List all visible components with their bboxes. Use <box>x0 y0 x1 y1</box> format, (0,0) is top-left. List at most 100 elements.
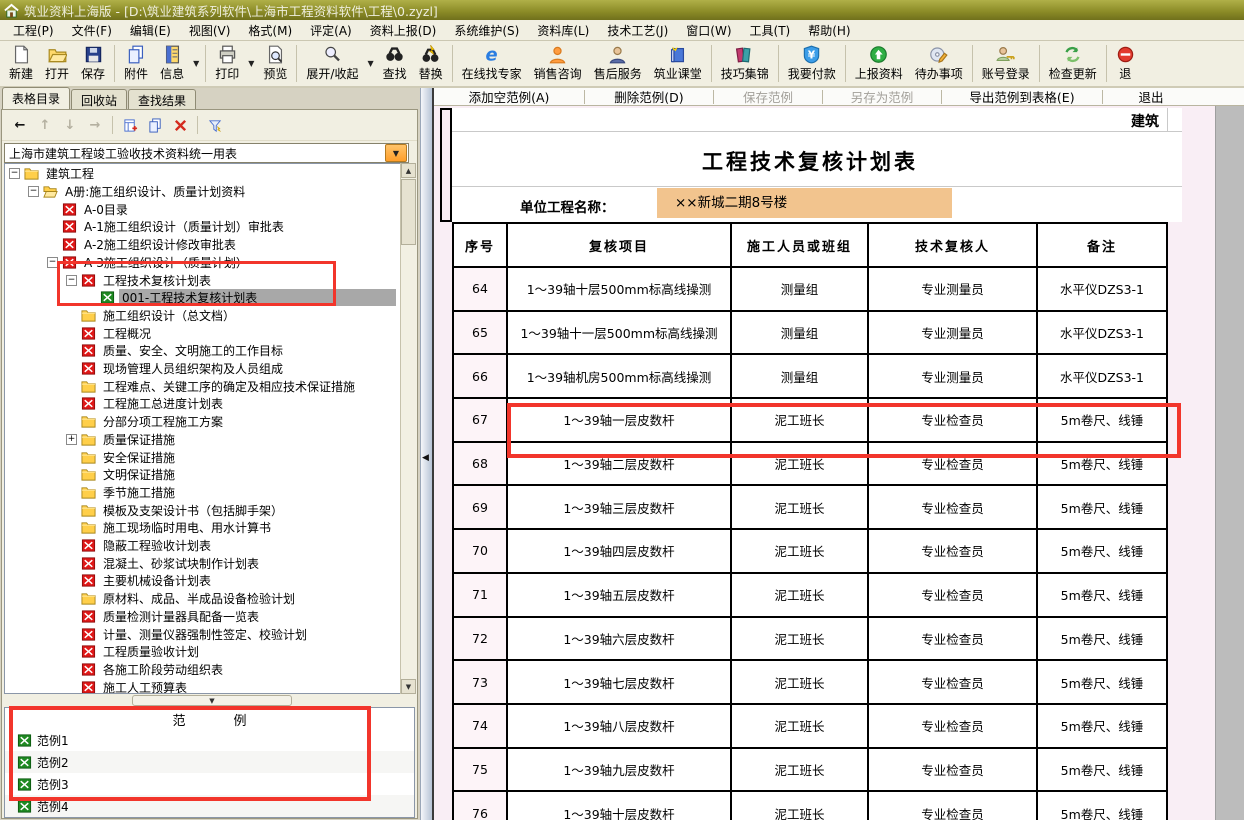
toolbar-button-打开[interactable]: 打开 <box>39 41 75 86</box>
copy-icon[interactable] <box>147 117 163 133</box>
toolbar-button-待办事项[interactable]: 待办事项 <box>909 41 969 86</box>
expand-expander-icon[interactable]: + <box>66 434 77 445</box>
tree-item[interactable]: 分部分项工程施工方案 <box>66 413 396 431</box>
tree-item[interactable]: 施工现场临时用电、用水计算书 <box>66 519 396 537</box>
scroll-up-icon[interactable]: ▲ <box>401 163 416 178</box>
dropdown-arrow-icon[interactable]: ▼ <box>245 41 257 86</box>
row-number-cell[interactable]: 72 <box>454 618 506 660</box>
collapse-expander-icon[interactable]: − <box>66 275 77 286</box>
table-cell[interactable]: 泥工班长 <box>732 443 867 485</box>
menu-item-13[interactable]: 帮助(H) <box>799 20 859 41</box>
table-cell[interactable]: 泥工班长 <box>732 749 867 791</box>
table-cell[interactable]: 1～39轴十层500mm标高线操测 <box>508 268 730 310</box>
table-cell[interactable]: 测量组 <box>732 355 867 397</box>
table-cell[interactable]: 泥工班长 <box>732 399 867 441</box>
tree-item[interactable]: −建筑工程 <box>9 165 396 183</box>
tree-item[interactable]: −工程技术复核计划表 <box>66 271 396 289</box>
table-cell[interactable]: 1～39轴四层皮数杆 <box>508 530 730 572</box>
tree-item[interactable]: 计量、测量仪器强制性签定、校验计划 <box>66 625 396 643</box>
table-cell[interactable]: 专业测量员 <box>869 312 1036 354</box>
table-cell[interactable]: 泥工班长 <box>732 661 867 703</box>
menu-item-4[interactable]: 视图(V) <box>180 20 240 41</box>
table-cell[interactable]: 专业检查员 <box>869 792 1036 820</box>
tab-回收站[interactable]: 回收站 <box>71 89 127 109</box>
tree-item[interactable]: 隐蔽工程验收计划表 <box>66 537 396 555</box>
table-cell[interactable]: 1～39轴三层皮数杆 <box>508 486 730 528</box>
tree-item[interactable]: 施工人工预算表 <box>66 678 396 694</box>
table-cell[interactable]: 1～39轴十一层500mm标高线操测 <box>508 312 730 354</box>
table-cell[interactable]: 5m卷尺、线锤 <box>1038 618 1166 660</box>
row-number-cell[interactable]: 73 <box>454 661 506 703</box>
toolbar-button-展开/收起[interactable]: 展开/收起 <box>300 41 364 86</box>
menu-item-8[interactable]: 系统维护(S) <box>445 20 528 41</box>
menu-item-11[interactable]: 窗口(W) <box>677 20 740 41</box>
toolbar-button-保存[interactable]: 保存 <box>75 41 111 86</box>
table-cell[interactable]: 专业检查员 <box>869 530 1036 572</box>
dropdown-arrow-icon[interactable]: ▼ <box>364 41 376 86</box>
sample-list-item[interactable]: 范例2 <box>5 751 414 773</box>
table-cell[interactable]: 1～39轴一层皮数杆 <box>508 399 730 441</box>
tree-item[interactable]: 季节施工措施 <box>66 484 396 502</box>
collapse-expander-icon[interactable]: − <box>28 186 39 197</box>
table-cell[interactable]: 5m卷尺、线锤 <box>1038 705 1166 747</box>
table-cell[interactable]: 5m卷尺、线锤 <box>1038 574 1166 616</box>
down-arrow-icon[interactable]: ↓ <box>62 117 78 133</box>
toolbar-button-打印[interactable]: 打印 <box>209 41 245 86</box>
menu-item-12[interactable]: 工具(T) <box>741 20 800 41</box>
tree-item[interactable]: 工程质量验收计划 <box>66 643 396 661</box>
table-cell[interactable]: 1～39轴机房500mm标高线操测 <box>508 355 730 397</box>
table-cell[interactable]: 5m卷尺、线锤 <box>1038 661 1166 703</box>
sample-list-item[interactable]: 范例4 <box>5 795 414 817</box>
table-cell[interactable]: 泥工班长 <box>732 530 867 572</box>
samples-collapse-button[interactable]: ▼ <box>132 695 292 706</box>
table-cell[interactable]: 泥工班长 <box>732 486 867 528</box>
collapse-expander-icon[interactable]: − <box>47 257 58 268</box>
toolbar-button-销售咨询[interactable]: 销售咨询 <box>528 41 588 86</box>
table-cell[interactable]: 测量组 <box>732 268 867 310</box>
tree-item[interactable]: 工程难点、关键工序的确定及相应技术保证措施 <box>66 377 396 395</box>
sample-list-item[interactable]: 范例3 <box>5 773 414 795</box>
tree-item[interactable]: A-0目录 <box>47 200 396 218</box>
table-cell[interactable]: 专业测量员 <box>869 355 1036 397</box>
table-cell[interactable]: 1～39轴九层皮数杆 <box>508 749 730 791</box>
table-cell[interactable]: 水平仪DZS3-1 <box>1038 355 1166 397</box>
toolbar-button-售后服务[interactable]: 售后服务 <box>588 41 648 86</box>
table-cell[interactable]: 1～39轴十层皮数杆 <box>508 792 730 820</box>
table-cell[interactable]: 5m卷尺、线锤 <box>1038 530 1166 572</box>
row-number-cell[interactable]: 71 <box>454 574 506 616</box>
table-cell[interactable]: 专业检查员 <box>869 661 1036 703</box>
toolbar-button-替换[interactable]: 替换 <box>413 41 449 86</box>
tree-item[interactable]: −A-3施工组织设计（质量计划） <box>47 254 396 272</box>
row-number-cell[interactable]: 64 <box>454 268 506 310</box>
toolbar-button-技巧集锦[interactable]: 技巧集锦 <box>715 41 775 86</box>
dropdown-arrow-icon[interactable]: ▼ <box>190 41 202 86</box>
table-cell[interactable]: 专业测量员 <box>869 268 1036 310</box>
toolbar-button-上报资料[interactable]: 上报资料 <box>849 41 909 86</box>
table-cell[interactable]: 1～39轴五层皮数杆 <box>508 574 730 616</box>
tree-scrollbar[interactable]: ▲ ▼ <box>400 163 417 694</box>
tree-item[interactable]: A-2施工组织设计修改审批表 <box>47 236 396 254</box>
table-cell[interactable]: 1～39轴二层皮数杆 <box>508 443 730 485</box>
tree-item[interactable]: 001-工程技术复核计划表 <box>85 289 396 307</box>
tree-item[interactable]: A-1施工组织设计（质量计划）审批表 <box>47 218 396 236</box>
table-cell[interactable]: 水平仪DZS3-1 <box>1038 312 1166 354</box>
tree-item[interactable]: 模板及支架设计书（包括脚手架） <box>66 501 396 519</box>
up-arrow-icon[interactable]: ↑ <box>37 117 53 133</box>
table-cell[interactable]: 5m卷尺、线锤 <box>1038 443 1166 485</box>
toolbar-button-在线找专家[interactable]: e在线找专家 <box>456 41 528 86</box>
menu-item-10[interactable]: 技术工艺(J) <box>598 20 677 41</box>
vertical-splitter[interactable]: ◀ <box>420 88 432 820</box>
row-number-cell[interactable]: 69 <box>454 486 506 528</box>
action-button-添加空范例(A)[interactable]: 添加空范例(A) <box>434 87 584 106</box>
action-button-退出[interactable]: 退出 <box>1103 87 1199 106</box>
tree-item[interactable]: 工程概况 <box>66 324 396 342</box>
table-cell[interactable]: 专业检查员 <box>869 443 1036 485</box>
tree-item[interactable]: 质量检测计量器具配备一览表 <box>66 608 396 626</box>
tab-查找结果[interactable]: 查找结果 <box>128 89 196 109</box>
table-cell[interactable]: 专业检查员 <box>869 574 1036 616</box>
menu-item-7[interactable]: 资料上报(D) <box>361 20 446 41</box>
row-number-cell[interactable]: 66 <box>454 355 506 397</box>
toolbar-button-账号登录[interactable]: 账号登录 <box>976 41 1036 86</box>
table-cell[interactable]: 泥工班长 <box>732 792 867 820</box>
splitter-collapse-icon[interactable]: ◀ <box>422 453 429 463</box>
